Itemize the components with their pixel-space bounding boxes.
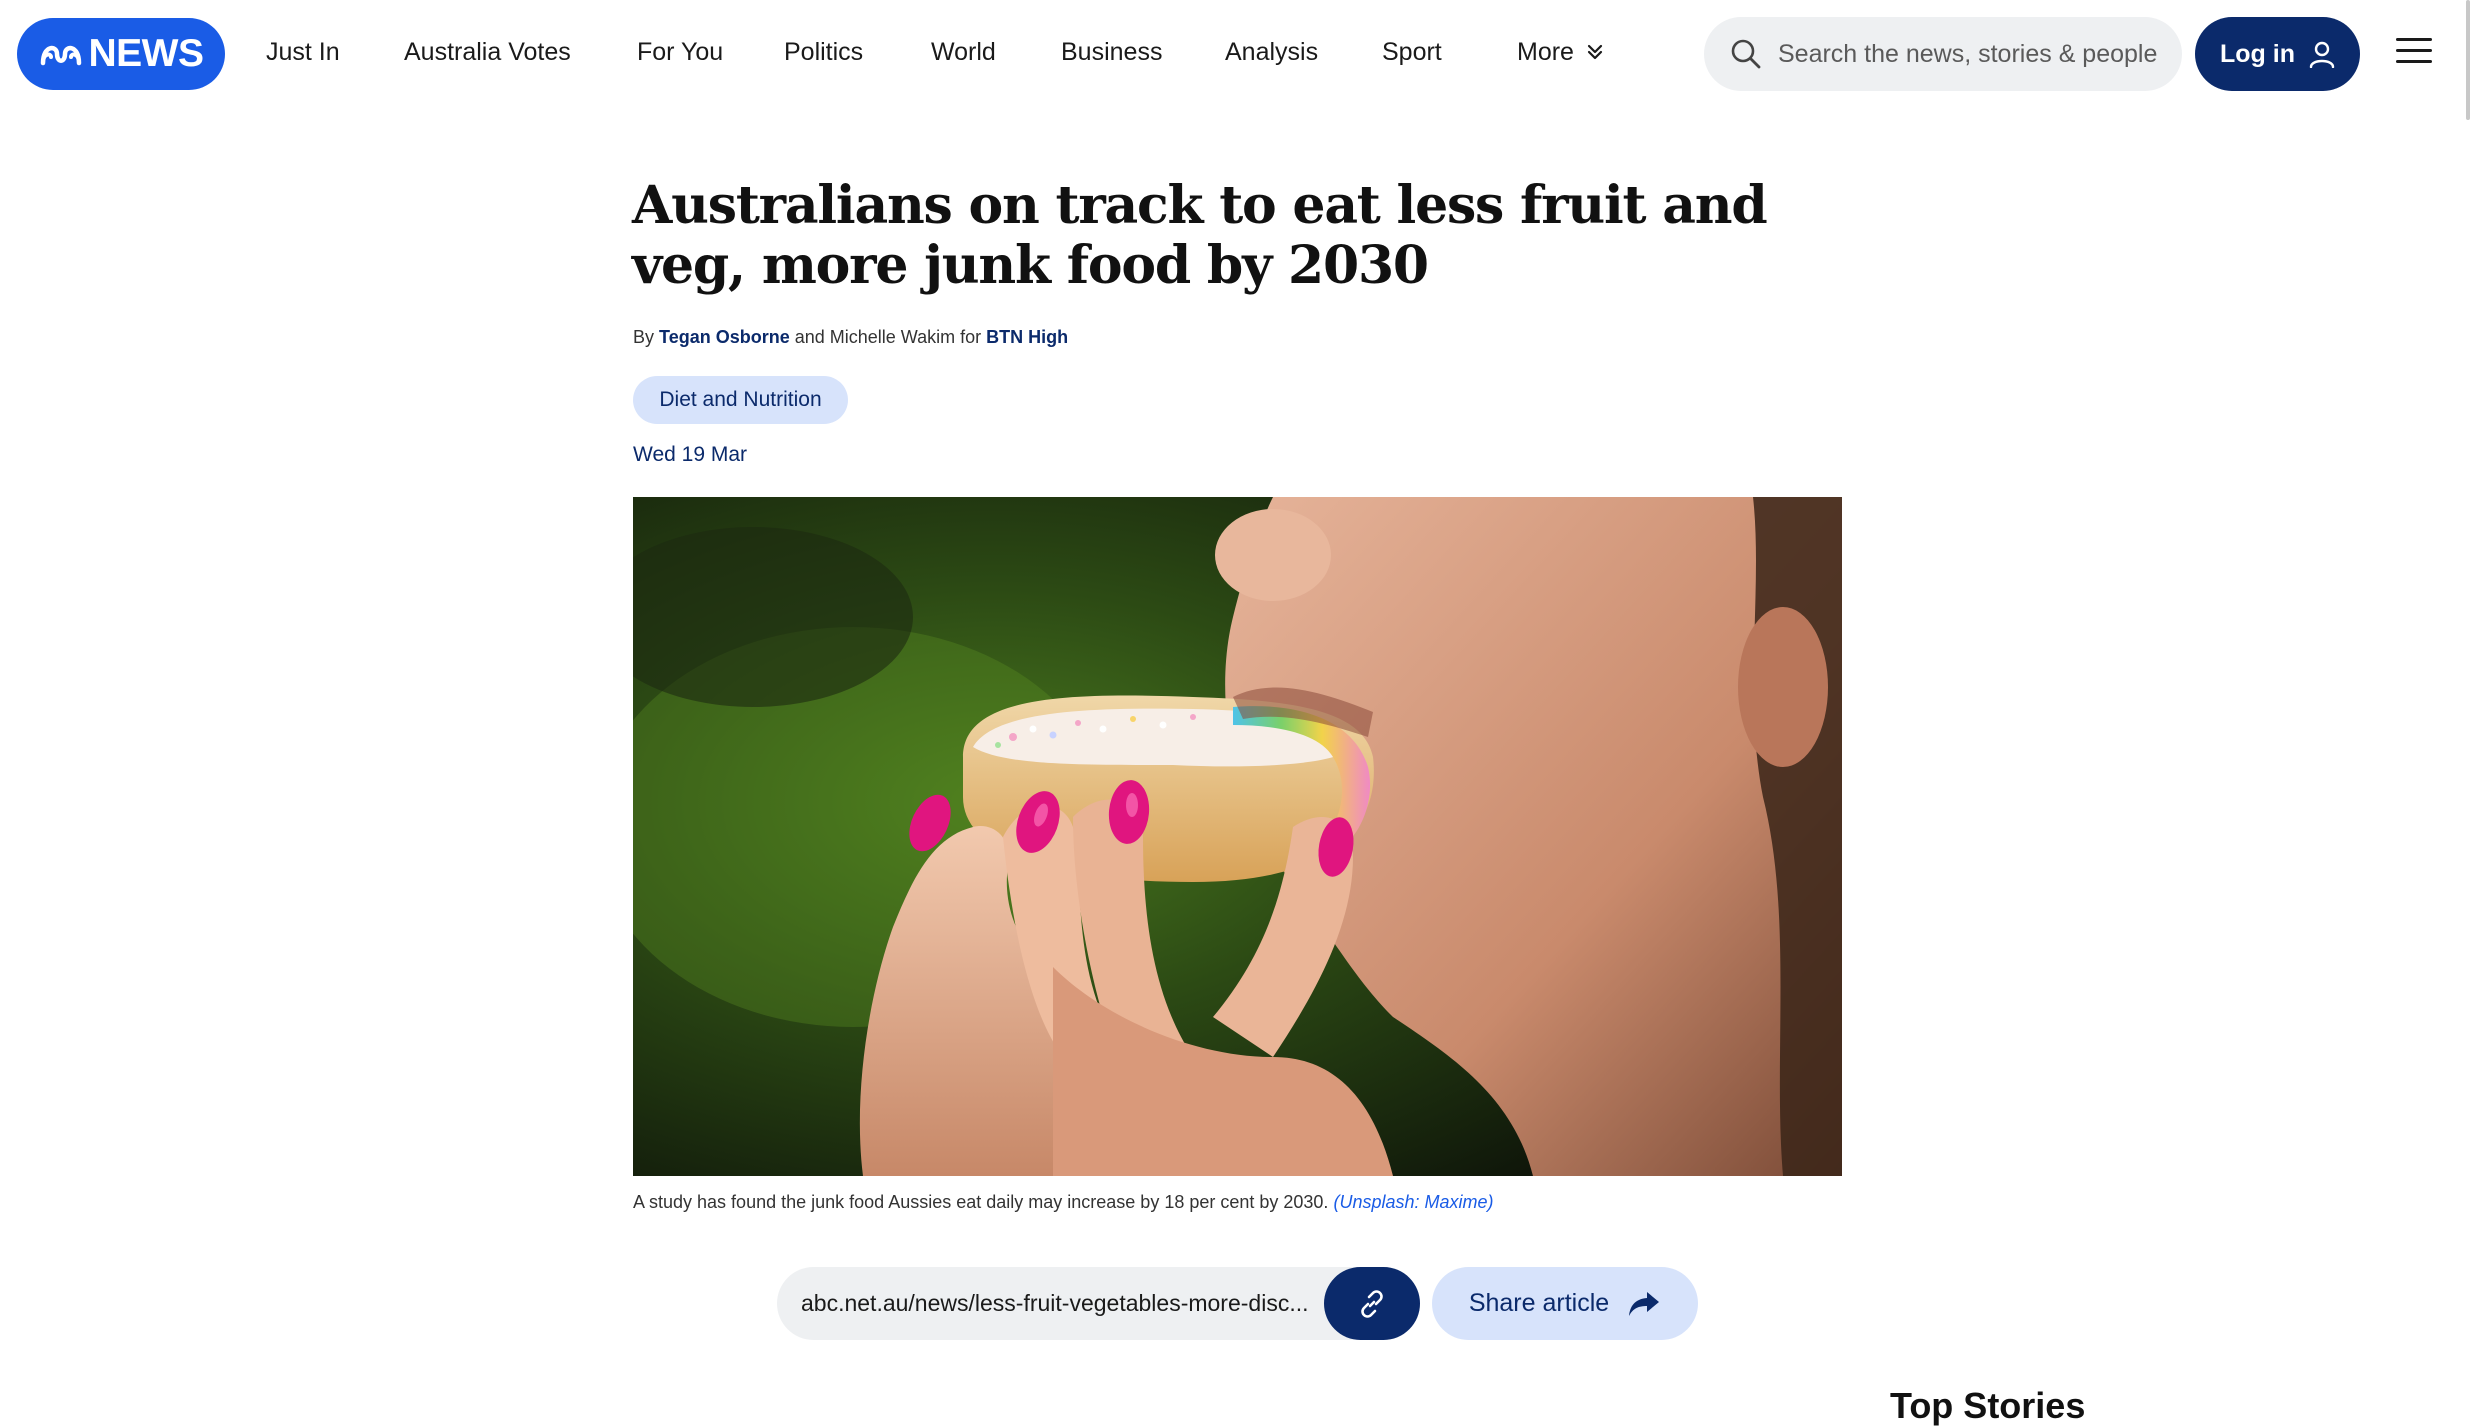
- user-icon: [2309, 41, 2335, 68]
- top-stories-heading: Top Stories: [1890, 1385, 2086, 1426]
- abc-news-logo[interactable]: NEWS: [17, 18, 225, 90]
- share-article-label: Share article: [1468, 1289, 1610, 1317]
- logo-text: NEWS: [88, 32, 205, 75]
- nav-politics[interactable]: Politics: [784, 34, 863, 70]
- login-button[interactable]: Log in: [2195, 17, 2360, 91]
- article-headline: Australians on track to eat less fruit a…: [632, 175, 1768, 296]
- image-credit[interactable]: (Unsplash: Maxime): [1333, 1192, 1493, 1212]
- share-arrow-icon: [1629, 1291, 1660, 1316]
- topic-tag[interactable]: Diet and Nutrition: [633, 376, 848, 424]
- nav-world[interactable]: World: [931, 34, 996, 70]
- site-header: NEWS Just In Australia Votes For You Pol…: [0, 0, 2472, 106]
- share-article-button[interactable]: Share article: [1432, 1267, 1698, 1340]
- menu-icon[interactable]: [2396, 38, 2432, 68]
- program-link-btn-high[interactable]: BTN High: [986, 327, 1068, 347]
- search-input[interactable]: [1778, 39, 2168, 69]
- nav-australia-votes[interactable]: Australia Votes: [404, 34, 571, 70]
- nav-more-label: More: [1517, 38, 1574, 66]
- hero-illustration: [633, 497, 1842, 1176]
- link-icon: [1361, 1289, 1383, 1318]
- byline-prefix: By: [633, 327, 655, 347]
- caption-text: A study has found the junk food Aussies …: [633, 1192, 1329, 1212]
- page-scrollbar[interactable]: [2464, 0, 2472, 1419]
- nav-just-in[interactable]: Just In: [266, 34, 340, 70]
- image-caption: A study has found the junk food Aussies …: [633, 1192, 1494, 1213]
- double-chevron-down-icon: [1587, 44, 1603, 60]
- nav-sport[interactable]: Sport: [1382, 34, 1442, 70]
- nav-business[interactable]: Business: [1061, 34, 1162, 70]
- copy-link-button[interactable]: [1324, 1267, 1420, 1340]
- search-bar[interactable]: [1704, 17, 2182, 91]
- article-url-text: abc.net.au/news/less-fruit-vegetables-mo…: [801, 1290, 1309, 1316]
- nav-analysis[interactable]: Analysis: [1225, 34, 1318, 70]
- author-link-tegan-osborne[interactable]: Tegan Osborne: [659, 327, 790, 347]
- nav-more[interactable]: More: [1517, 34, 1604, 70]
- scrollbar-thumb[interactable]: [2466, 0, 2470, 120]
- publish-date: Wed 19 Mar: [633, 443, 747, 466]
- abc-logo-icon: [40, 45, 81, 66]
- byline-joiner: and Michelle Wakim for: [794, 327, 982, 347]
- byline: By Tegan Osborne and Michelle Wakim for …: [633, 327, 1068, 348]
- search-icon: [1731, 39, 1761, 69]
- nav-for-you[interactable]: For You: [637, 34, 723, 70]
- hero-image: [633, 497, 1842, 1176]
- login-label: Log in: [2220, 39, 2295, 68]
